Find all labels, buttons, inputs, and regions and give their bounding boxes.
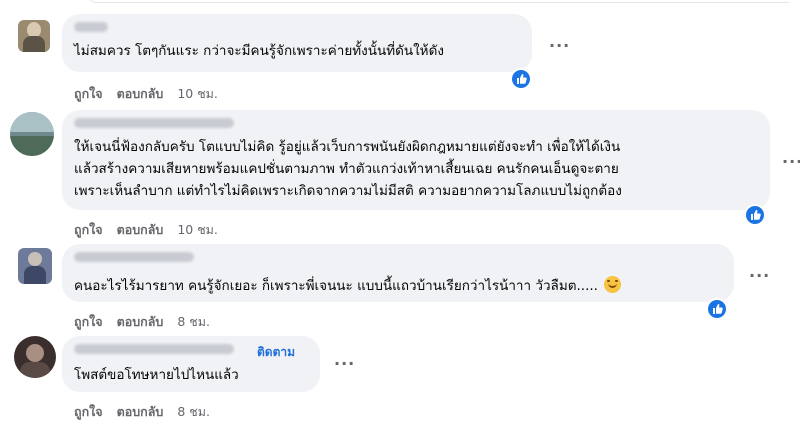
author-name-blurred[interactable]	[74, 252, 194, 262]
reply-link[interactable]: ตอบกลับ	[117, 404, 164, 419]
timestamp[interactable]: 10 ชม.	[177, 86, 218, 101]
comment-actions: ถูกใจ ตอบกลับ 10 ชม.	[74, 84, 232, 104]
comment-text: โพสต์ขอโทษหายไปไหนแล้ว	[74, 367, 239, 383]
comment-actions: ถูกใจ ตอบกลับ 10 ชม.	[74, 220, 232, 240]
more-options-icon[interactable]: ···	[782, 152, 800, 171]
smiling-face-emoji	[604, 276, 622, 293]
author-name-blurred[interactable]	[74, 344, 234, 354]
more-options-icon[interactable]: ···	[749, 266, 770, 285]
reply-link[interactable]: ตอบกลับ	[117, 86, 164, 101]
more-options-icon[interactable]: ···	[334, 354, 355, 373]
timestamp[interactable]: 10 ชม.	[177, 222, 218, 237]
avatar[interactable]	[14, 336, 56, 378]
avatar[interactable]	[10, 112, 54, 156]
comment-bubble: ติดตาม โพสต์ขอโทษหายไปไหนแล้ว	[62, 336, 320, 392]
comment-actions: ถูกใจ ตอบกลับ 8 ชม.	[74, 312, 224, 332]
comment-text: ไม่สมควร โตๆกันแระ กว่าจะมีคนรู้จักเพราะ…	[74, 43, 444, 59]
author-name-blurred[interactable]	[74, 118, 234, 128]
timestamp[interactable]: 8 ชม.	[177, 314, 210, 329]
comment-bubble: ให้เจนนี่ฟ้องกลับครับ โตแบบไม่คิด รู้อยู…	[62, 110, 770, 210]
author-name-blurred[interactable]	[74, 22, 108, 32]
comment-bubble: ไม่สมควร โตๆกันแระ กว่าจะมีคนรู้จักเพราะ…	[62, 14, 532, 72]
like-link[interactable]: ถูกใจ	[74, 86, 103, 101]
comment-text: คนอะไรไร้มารยาท คนรู้จักเยอะ ก็เพราะพี่เ…	[74, 276, 622, 297]
timestamp[interactable]: 8 ชม.	[177, 404, 210, 419]
follow-link[interactable]: ติดตาม	[257, 343, 295, 362]
comment-text-content: คนอะไรไร้มารยาท คนรู้จักเยอะ ก็เพราะพี่เ…	[74, 278, 603, 294]
comment-text-line: เพราะเห็นลำบาก แต่ทำไรไม่คิดเพราะเกิดจาก…	[74, 183, 622, 199]
like-link[interactable]: ถูกใจ	[74, 314, 103, 329]
like-reaction-icon[interactable]	[744, 204, 766, 226]
comment-actions: ถูกใจ ตอบกลับ 8 ชม.	[74, 402, 224, 422]
reply-link[interactable]: ตอบกลับ	[117, 222, 164, 237]
reply-link[interactable]: ตอบกลับ	[117, 314, 164, 329]
comment-text-line: ให้เจนนี่ฟ้องกลับครับ โตแบบไม่คิด รู้อยู…	[74, 139, 621, 155]
like-link[interactable]: ถูกใจ	[74, 222, 103, 237]
avatar[interactable]	[18, 20, 50, 52]
avatar[interactable]	[18, 248, 52, 284]
like-reaction-icon[interactable]	[706, 298, 728, 320]
more-options-icon[interactable]: ···	[549, 36, 570, 55]
comment-bubble: คนอะไรไร้มารยาท คนรู้จักเยอะ ก็เพราะพี่เ…	[62, 244, 734, 302]
like-reaction-icon[interactable]	[510, 68, 532, 90]
comment-text-line: แล้วสร้างความเสียหายพร้อมแคปชั่นตามภาพ ท…	[74, 161, 619, 177]
like-link[interactable]: ถูกใจ	[74, 404, 103, 419]
